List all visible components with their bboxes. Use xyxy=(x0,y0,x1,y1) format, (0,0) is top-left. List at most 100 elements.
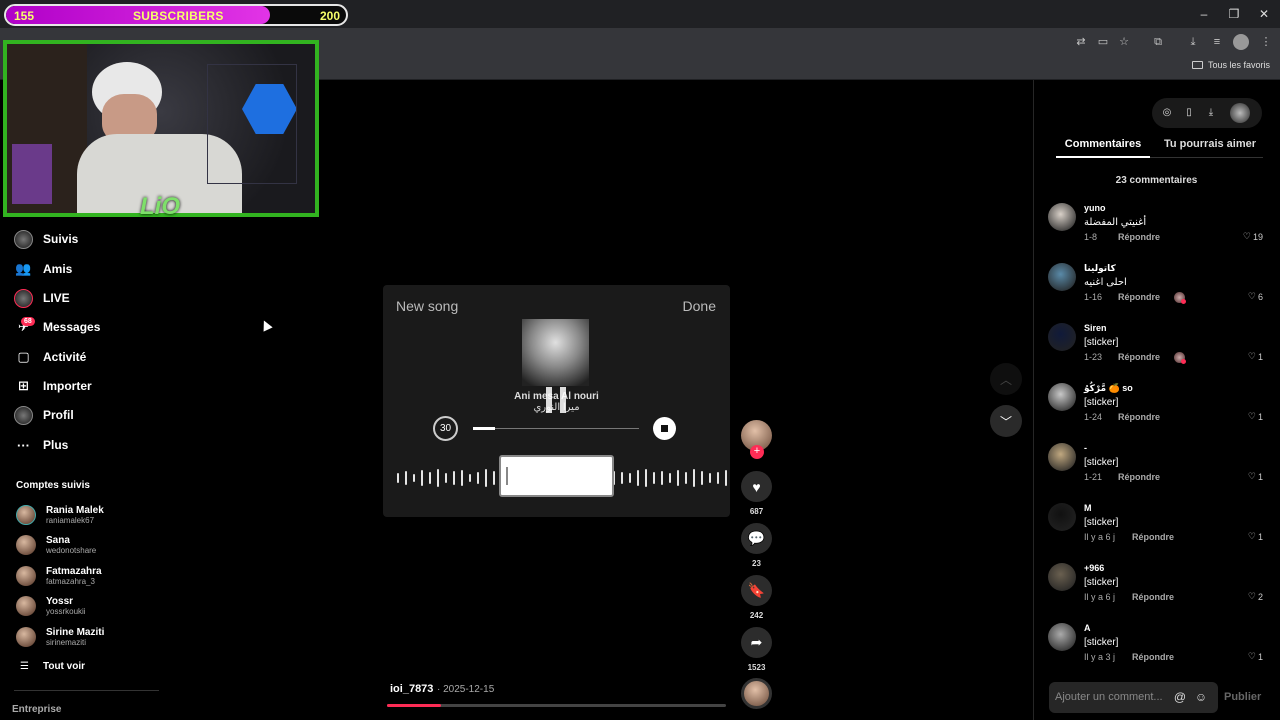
reply-button[interactable]: Répondre xyxy=(1118,352,1160,362)
comment-username[interactable]: مَّرْكُوُ 🍊 so xyxy=(1084,383,1133,394)
followed-account[interactable]: Sirine Maziti sirinemaziti xyxy=(16,624,104,650)
comment-like-count: 19 xyxy=(1252,231,1263,242)
reply-button[interactable]: Répondre xyxy=(1132,532,1174,542)
compass-icon[interactable]: ◎ xyxy=(1160,106,1174,120)
seek-bar[interactable] xyxy=(473,427,639,430)
stop-button[interactable] xyxy=(653,417,676,440)
sidebar-item-more[interactable]: ··· Plus xyxy=(14,434,68,456)
avatar[interactable] xyxy=(1048,383,1076,411)
follow-plus-icon[interactable]: + xyxy=(750,445,764,459)
publish-button[interactable]: Publier xyxy=(1224,691,1261,703)
share-button[interactable]: ➦ xyxy=(741,627,772,658)
followed-account[interactable]: Rania Malek raniamalek67 xyxy=(16,502,104,528)
sidebar-item-upload[interactable]: ⊞ Importer xyxy=(14,375,92,397)
avatar[interactable] xyxy=(1048,323,1076,351)
close-icon[interactable]: ✕ xyxy=(1256,6,1272,22)
reply-button[interactable]: Répondre xyxy=(1118,412,1160,422)
reply-button[interactable]: Répondre xyxy=(1118,292,1160,302)
avatar[interactable] xyxy=(1048,443,1076,471)
comment-like-button[interactable]: ♡ 19 xyxy=(1243,231,1263,242)
comment-username[interactable]: A xyxy=(1084,623,1091,633)
comment-like-button[interactable]: ♡ 1 xyxy=(1248,411,1263,422)
media-control-icon[interactable]: ≡ xyxy=(1209,34,1225,50)
clip-duration[interactable]: 30 xyxy=(433,416,458,441)
sidebar-item-friends[interactable]: 👥 Amis xyxy=(14,258,72,280)
comment-username[interactable]: Siren xyxy=(1084,323,1107,333)
top-tools-pill: ◎ ▯ ⤓ xyxy=(1152,98,1262,128)
mention-icon[interactable]: @ xyxy=(1173,690,1187,704)
bookmark-icon: 🔖 xyxy=(747,582,766,598)
comment-input[interactable] xyxy=(1055,689,1167,705)
reply-button[interactable]: Répondre xyxy=(1132,652,1174,662)
pause-icon[interactable] xyxy=(546,387,566,413)
minimize-icon[interactable]: – xyxy=(1196,6,1212,22)
screen-cast-icon[interactable]: ▭ xyxy=(1095,34,1111,50)
heart-outline-icon: ♡ xyxy=(1247,531,1256,541)
comment-text: احلى اغنيه xyxy=(1084,277,1127,288)
phone-icon[interactable]: ▯ xyxy=(1182,106,1196,120)
tab-you-may-like[interactable]: Tu pourrais aimer xyxy=(1160,138,1260,150)
reply-button[interactable]: Répondre xyxy=(1118,472,1160,482)
music-disc-avatar[interactable] xyxy=(741,678,772,709)
sidebar-item-profile[interactable]: Profil xyxy=(14,404,74,426)
menu-dots-icon[interactable]: ⋮ xyxy=(1258,34,1274,50)
reply-button[interactable]: Répondre xyxy=(1118,232,1160,242)
comment-like-button[interactable]: ♡ 1 xyxy=(1248,351,1263,362)
comment-button[interactable]: 💬 xyxy=(741,523,772,554)
followed-account[interactable]: Sana wedonotshare xyxy=(16,532,96,558)
video-author[interactable]: ioi_7873 xyxy=(390,683,433,695)
followed-account[interactable]: Yossr yossrkoukii xyxy=(16,593,86,619)
creator-liked-avatar xyxy=(1174,352,1186,364)
bookmarks-folder[interactable]: Tous les favoris xyxy=(1191,60,1270,70)
comment-username[interactable]: كاتولينا xyxy=(1084,263,1116,274)
waveform-bar xyxy=(405,471,407,485)
sidebar-item-activity[interactable]: ▢ Activité xyxy=(14,346,86,368)
avatar[interactable] xyxy=(1048,263,1076,291)
avatar[interactable] xyxy=(1048,623,1076,651)
comment-username[interactable]: M xyxy=(1084,503,1092,513)
waveform-bar xyxy=(709,473,711,483)
profile-avatar[interactable] xyxy=(1233,34,1249,50)
comment-like-button[interactable]: ♡ 1 xyxy=(1248,471,1263,482)
comment-username[interactable]: yuno xyxy=(1084,203,1106,213)
translate-icon[interactable]: ⇄ xyxy=(1073,34,1089,50)
heart-outline-icon: ♡ xyxy=(1247,651,1256,661)
comment-like-button[interactable]: ♡ 1 xyxy=(1248,531,1263,542)
like-button[interactable]: ♥ xyxy=(741,471,772,502)
waveform-bar xyxy=(653,472,655,484)
comment-date: Il y a 6 j xyxy=(1084,532,1116,542)
comment-like-button[interactable]: ♡ 1 xyxy=(1248,651,1263,662)
enterprise-link[interactable]: Entreprise xyxy=(12,704,61,715)
previous-video-button[interactable]: ︿ xyxy=(990,363,1022,395)
live-avatar xyxy=(14,288,33,308)
sidebar-item-live[interactable]: LIVE xyxy=(14,287,70,309)
comment-like-count: 1 xyxy=(1257,531,1263,542)
reply-button[interactable]: Répondre xyxy=(1132,592,1174,602)
waveform-bar xyxy=(397,473,399,483)
next-video-button[interactable]: ﹀ xyxy=(990,405,1022,437)
save-button[interactable]: 🔖 xyxy=(741,575,772,606)
extensions-icon[interactable]: ⧉ xyxy=(1150,34,1166,50)
comment-text: أغنيتي المفضلة xyxy=(1084,217,1147,228)
comment-username[interactable]: - xyxy=(1084,443,1087,453)
tab-comments[interactable]: Commentaires xyxy=(1056,138,1150,150)
avatar[interactable] xyxy=(1048,203,1076,231)
comment-like-button[interactable]: ♡ 6 xyxy=(1248,291,1263,302)
waveform-selection-handle[interactable] xyxy=(499,455,614,497)
download-icon[interactable]: ⤓ xyxy=(1204,106,1218,120)
comment-like-button[interactable]: ♡ 2 xyxy=(1248,591,1263,602)
avatar[interactable] xyxy=(1048,503,1076,531)
download-icon[interactable]: ⤓ xyxy=(1185,34,1201,50)
restore-icon[interactable]: ❐ xyxy=(1226,6,1242,22)
user-avatar[interactable] xyxy=(1230,103,1250,123)
avatar[interactable] xyxy=(1048,563,1076,591)
see-all-link[interactable]: ☰ Tout voir xyxy=(20,661,85,672)
comment-username[interactable]: +966 xyxy=(1084,563,1104,573)
video-progress-bar[interactable] xyxy=(387,704,726,707)
waveform-bar xyxy=(645,469,647,487)
emoji-icon[interactable]: ☺ xyxy=(1194,690,1208,704)
star-icon[interactable]: ☆ xyxy=(1116,34,1132,50)
done-button[interactable]: Done xyxy=(683,298,716,314)
sidebar-item-following[interactable]: Suivis xyxy=(14,228,78,250)
followed-account[interactable]: Fatmazahra fatmazahra_3 xyxy=(16,563,102,589)
